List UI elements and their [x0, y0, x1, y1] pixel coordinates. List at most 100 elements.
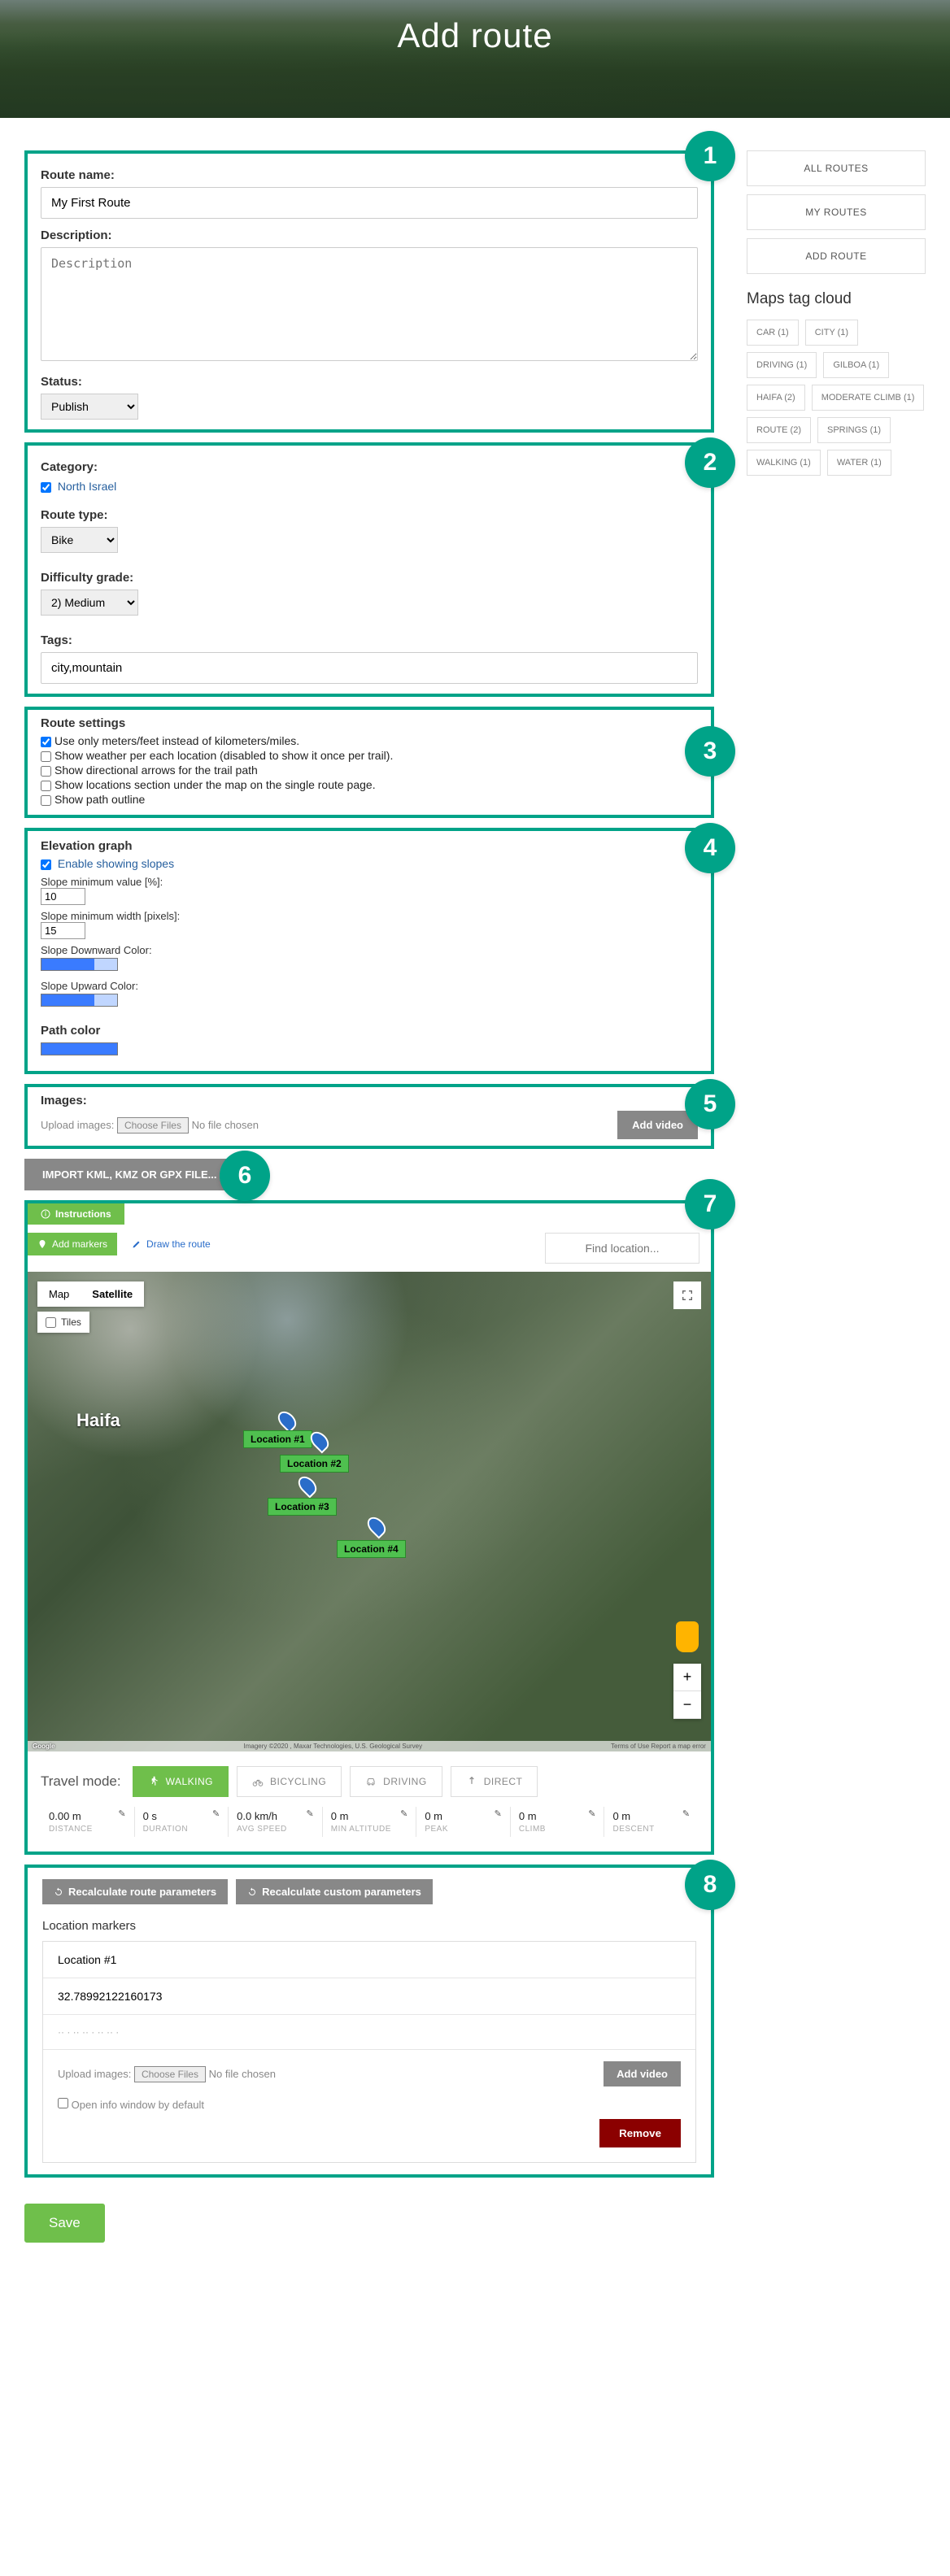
images-label: Images: — [41, 1094, 698, 1107]
find-location-input[interactable] — [545, 1233, 699, 1264]
slope-up-color-swatch[interactable] — [41, 994, 118, 1007]
location-tag-4[interactable]: Location #4 — [337, 1540, 406, 1558]
tag-8[interactable]: WALKING (1) — [747, 450, 821, 476]
status-select[interactable]: Publish — [41, 394, 138, 420]
zoom-out-button[interactable]: − — [673, 1691, 701, 1719]
travel-mode-label: Travel mode: — [41, 1773, 121, 1790]
route-setting-checkbox-0[interactable] — [41, 737, 51, 747]
description-textarea[interactable] — [41, 247, 698, 361]
tiles-checkbox[interactable] — [46, 1317, 56, 1328]
tags-input[interactable] — [41, 652, 698, 684]
add-video-button[interactable]: Add video — [617, 1111, 698, 1139]
edit-icon[interactable]: ✎ — [400, 1808, 407, 1819]
sidebar-button-2[interactable]: ADD ROUTE — [747, 238, 926, 274]
tag-6[interactable]: ROUTE (2) — [747, 417, 811, 443]
map-type-satellite[interactable]: Satellite — [81, 1281, 144, 1307]
tag-3[interactable]: GILBOA (1) — [823, 352, 889, 378]
status-label: Status: — [41, 375, 698, 389]
map-marker-3[interactable] — [294, 1473, 320, 1498]
stat-avg-speed: ✎0.0 km/hAVG SPEED — [229, 1807, 323, 1837]
tag-1[interactable]: CITY (1) — [805, 320, 858, 346]
fullscreen-button[interactable] — [673, 1281, 701, 1309]
slope-down-color-label: Slope Downward Color: — [41, 944, 698, 956]
add-markers-tab[interactable]: Add markers — [28, 1233, 117, 1255]
map-marker-4[interactable] — [364, 1513, 389, 1538]
loc-add-video-button[interactable]: Add video — [604, 2061, 681, 2086]
route-setting-checkbox-2[interactable] — [41, 766, 51, 777]
draw-route-tab[interactable]: Draw the route — [122, 1233, 220, 1255]
travel-mode-walking[interactable]: WALKING — [133, 1766, 229, 1797]
travel-mode-bicycling[interactable]: BICYCLING — [237, 1766, 342, 1797]
save-button[interactable]: Save — [24, 2204, 105, 2243]
tiles-toggle[interactable]: Tiles — [37, 1312, 89, 1333]
route-setting-checkbox-1[interactable] — [41, 751, 51, 762]
recalc-custom-button[interactable]: Recalculate custom parameters — [236, 1879, 433, 1904]
category-north-israel-checkbox[interactable] — [41, 482, 51, 493]
route-type-select[interactable]: Bike — [41, 527, 118, 553]
slope-down-color-swatch[interactable] — [41, 958, 118, 971]
recalc-route-button[interactable]: Recalculate route parameters — [42, 1879, 228, 1904]
slope-up-color-label: Slope Upward Color: — [41, 980, 698, 992]
location-extra-field[interactable]: ·· · ·· ·· · ·· ·· · — [43, 2015, 695, 2050]
slope-min-width-input[interactable] — [41, 922, 85, 939]
stat-climb: ✎0 mCLIMB — [511, 1807, 605, 1837]
instructions-button[interactable]: Instructions — [28, 1203, 124, 1225]
step-badge-6: 6 — [220, 1151, 270, 1201]
loc-choose-files-button[interactable]: Choose Files — [134, 2066, 206, 2082]
map-marker-1[interactable] — [274, 1408, 299, 1433]
edit-icon[interactable]: ✎ — [588, 1808, 595, 1819]
box-route-basic: 1 Route name: Description: Status: Publi… — [24, 150, 714, 433]
travel-mode-direct[interactable]: DIRECT — [451, 1766, 538, 1797]
sidebar-button-1[interactable]: MY ROUTES — [747, 194, 926, 230]
bicycling-icon — [252, 1776, 264, 1787]
page-title: Add route — [0, 0, 950, 55]
edit-icon[interactable]: ✎ — [495, 1808, 502, 1819]
path-color-swatch[interactable] — [41, 1042, 118, 1055]
slope-min-val-input[interactable] — [41, 888, 85, 905]
step-badge-3: 3 — [685, 726, 735, 777]
zoom-in-button[interactable]: + — [673, 1664, 701, 1691]
edit-icon[interactable]: ✎ — [682, 1808, 690, 1819]
enable-slopes-checkbox[interactable] — [41, 859, 51, 870]
route-setting-checkbox-3[interactable] — [41, 781, 51, 791]
slope-min-val-label: Slope minimum value [%]: — [41, 876, 698, 888]
refresh-icon — [54, 1887, 63, 1897]
box-location-markers: 8 Recalculate route parameters Recalcula… — [24, 1865, 714, 2178]
location-tag-2[interactable]: Location #2 — [280, 1455, 349, 1473]
map-city-label: Haifa — [76, 1410, 120, 1431]
tag-9[interactable]: WATER (1) — [827, 450, 891, 476]
remove-location-button[interactable]: Remove — [599, 2119, 681, 2147]
route-setting-label-3: Show locations section under the map on … — [54, 778, 376, 791]
route-name-input[interactable] — [41, 187, 698, 219]
route-setting-label-4: Show path outline — [54, 793, 145, 806]
map-type-map[interactable]: Map — [37, 1281, 81, 1307]
sidebar-button-0[interactable]: ALL ROUTES — [747, 150, 926, 186]
choose-files-button[interactable]: Choose Files — [117, 1117, 189, 1134]
location-name-input[interactable] — [43, 1942, 695, 1978]
tag-7[interactable]: SPRINGS (1) — [817, 417, 891, 443]
map-canvas[interactable]: Map Satellite Tiles Haifa Location #1 Lo… — [28, 1272, 711, 1751]
open-info-checkbox[interactable] — [58, 2098, 68, 2108]
edit-icon[interactable]: ✎ — [118, 1808, 125, 1819]
box-category: 2 Category: North Israel Route type: Bik… — [24, 442, 714, 697]
location-lat-input[interactable] — [43, 1978, 695, 2015]
pegman-icon[interactable] — [676, 1621, 699, 1652]
route-setting-checkbox-4[interactable] — [41, 795, 51, 806]
location-markers-title: Location markers — [42, 1919, 696, 1933]
tag-0[interactable]: CAR (1) — [747, 320, 799, 346]
location-tag-3[interactable]: Location #3 — [268, 1498, 337, 1516]
walking-icon — [148, 1776, 159, 1787]
import-file-button[interactable]: IMPORT KML, KMZ OR GPX FILE... — [24, 1159, 235, 1190]
tag-5[interactable]: MODERATE CLIMB (1) — [812, 385, 925, 411]
box-elevation: 4 Elevation graph Enable showing slopes … — [24, 828, 714, 1074]
travel-mode-driving[interactable]: DRIVING — [350, 1766, 442, 1797]
step-badge-4: 4 — [685, 823, 735, 873]
tag-2[interactable]: DRIVING (1) — [747, 352, 817, 378]
difficulty-select[interactable]: 2) Medium — [41, 590, 138, 616]
tag-4[interactable]: HAIFA (2) — [747, 385, 805, 411]
edit-icon[interactable]: ✎ — [212, 1808, 220, 1819]
location-tag-1[interactable]: Location #1 — [243, 1430, 312, 1448]
driving-icon — [365, 1776, 377, 1787]
edit-icon[interactable]: ✎ — [307, 1808, 314, 1819]
tags-label: Tags: — [41, 633, 698, 647]
